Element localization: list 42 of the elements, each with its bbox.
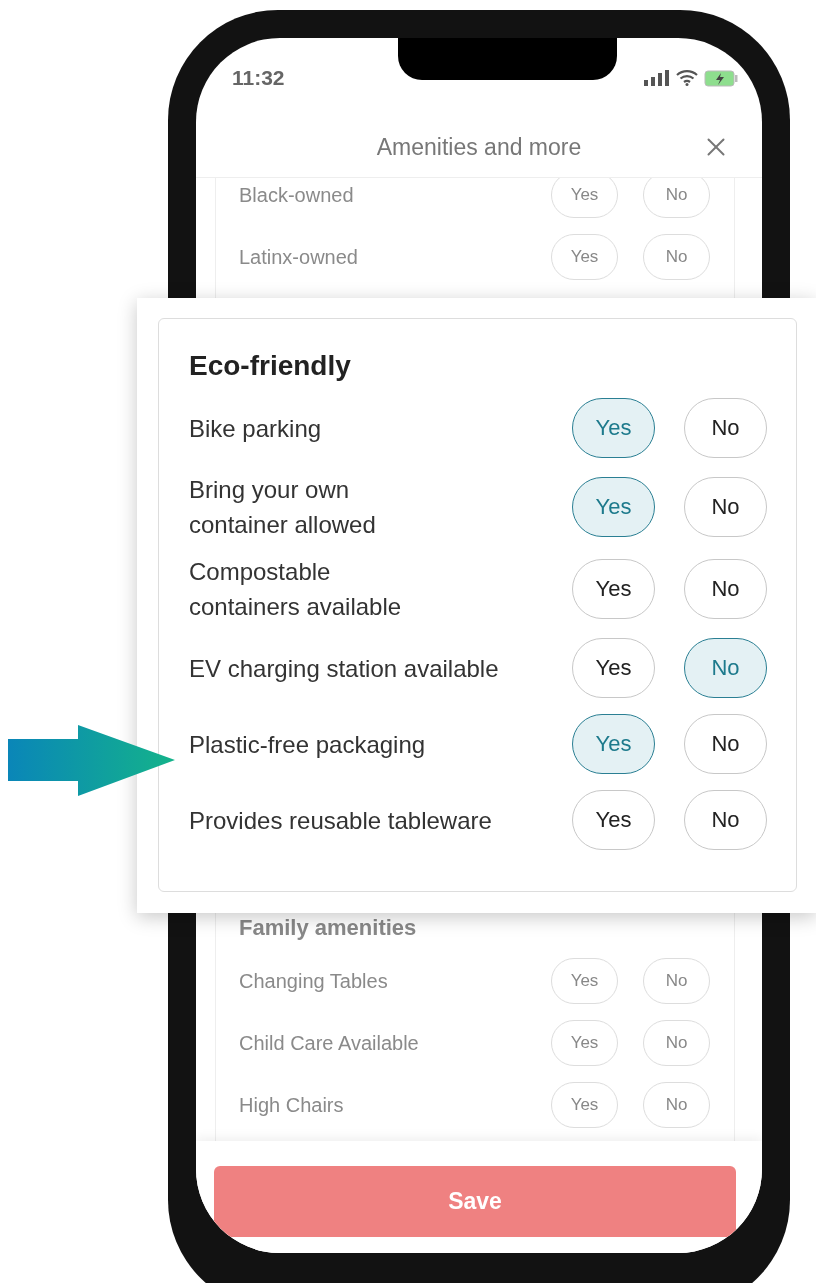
amenity-label: Compostable containers available (189, 557, 402, 622)
status-time: 11:32 (232, 66, 285, 90)
option-button[interactable]: Yes (551, 178, 618, 218)
amenity-label: Plastic-free packaging (189, 729, 426, 760)
option-button[interactable]: No (643, 958, 710, 1004)
option-button[interactable]: No (643, 1020, 710, 1066)
amenity-label: EV charging station available (189, 653, 499, 684)
option-button[interactable]: Yes (551, 1020, 618, 1066)
amenity-label: High Chairs (239, 1093, 344, 1117)
option-button[interactable]: Yes (572, 477, 655, 537)
amenity-label: Changing Tables (239, 969, 388, 993)
option-button[interactable]: Yes (572, 398, 655, 458)
wifi-icon (676, 70, 698, 86)
amenity-label: Black-owned (239, 183, 354, 207)
option-button[interactable]: No (684, 477, 767, 537)
option-button[interactable]: No (684, 398, 767, 458)
section-title: Family amenities (239, 913, 418, 942)
option-button[interactable]: No (643, 234, 710, 280)
amenity-label: Bike parking (189, 413, 322, 444)
sheet-title: Amenities and more (376, 134, 582, 161)
signal-icon (644, 70, 670, 86)
option-button[interactable]: No (684, 559, 767, 619)
section-title: Eco-friendly (189, 350, 352, 382)
option-button[interactable]: No (684, 790, 767, 850)
option-button[interactable]: No (684, 638, 767, 698)
option-button[interactable]: Yes (551, 1082, 618, 1128)
amenity-label: Provides reusable tableware (189, 805, 492, 836)
amenity-label: Latinx-owned (239, 245, 358, 269)
amenity-label: Child Care Available (239, 1031, 419, 1055)
amenity-label: Bring your own container allowed (189, 475, 376, 540)
battery-icon (704, 69, 738, 87)
option-button[interactable]: Yes (551, 958, 618, 1004)
option-button[interactable]: No (643, 1082, 710, 1128)
arrow-icon (8, 725, 175, 796)
save-button[interactable]: Save (214, 1166, 736, 1237)
option-button[interactable]: Yes (551, 234, 618, 280)
option-button[interactable]: Yes (572, 714, 655, 774)
option-button[interactable]: Yes (572, 790, 655, 850)
option-button[interactable]: No (643, 178, 710, 218)
option-button[interactable]: Yes (572, 559, 655, 619)
option-button[interactable]: Yes (572, 638, 655, 698)
option-button[interactable]: No (684, 714, 767, 774)
